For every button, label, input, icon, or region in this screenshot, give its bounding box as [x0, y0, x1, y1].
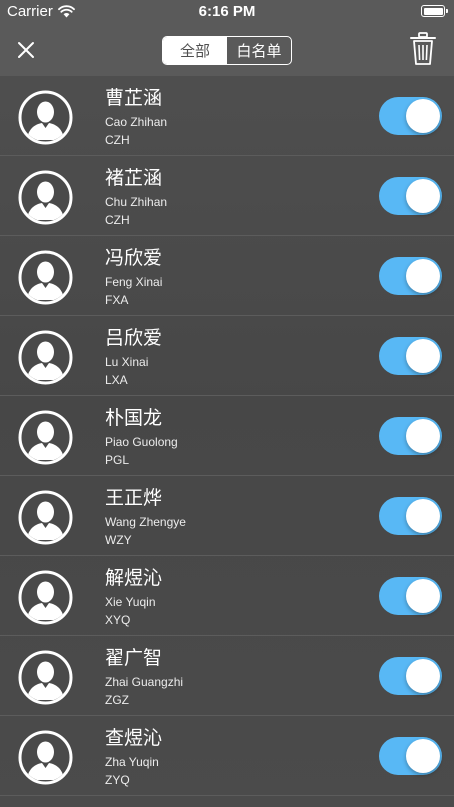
avatar-icon: [18, 490, 73, 545]
trash-icon: [410, 32, 436, 65]
contact-initials: CZH: [105, 133, 130, 147]
contact-initials: XYQ: [105, 613, 131, 627]
whitelist-toggle[interactable]: [379, 577, 442, 615]
segment-whitelist[interactable]: 白名单: [227, 37, 291, 64]
contact-name: 曹芷涵: [105, 87, 163, 109]
contact-initials: ZGZ: [105, 693, 129, 707]
contact-pinyin: Zhai Guangzhi: [105, 675, 184, 689]
toggle-knob: [406, 419, 440, 453]
whitelist-toggle[interactable]: [379, 257, 442, 295]
contact-row[interactable]: 褚芷涵 Chu Zhihan CZH: [0, 156, 454, 236]
contact-pinyin: Piao Guolong: [105, 435, 178, 449]
contact-row[interactable]: 王正烨 Wang Zhengye WZY: [0, 476, 454, 556]
contact-name: 王正烨: [105, 487, 163, 509]
avatar-icon: [18, 250, 73, 305]
avatar-icon: [18, 410, 73, 465]
contact-initials: FXA: [105, 293, 129, 307]
avatar-icon: [18, 650, 73, 705]
contact-name: 查煜沁: [105, 727, 163, 749]
contact-row[interactable]: 曹芷涵 Cao Zhihan CZH: [0, 76, 454, 156]
avatar-icon: [18, 90, 73, 145]
whitelist-toggle[interactable]: [379, 177, 442, 215]
contact-row[interactable]: 解煜沁 Xie Yuqin XYQ: [0, 556, 454, 636]
contact-initials: WZY: [105, 533, 132, 547]
whitelist-toggle[interactable]: [379, 97, 442, 135]
delete-button[interactable]: [405, 30, 441, 68]
close-button[interactable]: [8, 32, 44, 68]
contact-row[interactable]: 朴国龙 Piao Guolong PGL: [0, 396, 454, 476]
contact-pinyin: Lu Xinai: [105, 355, 149, 369]
avatar-icon: [18, 730, 73, 785]
contact-pinyin: Wang Zhengye: [105, 515, 186, 529]
contact-pinyin: Feng Xinai: [105, 275, 163, 289]
screen: Carrier 6:16 PM 全部 白名单 曹芷涵 Cao Zhihan CZ…: [0, 0, 454, 807]
toggle-knob: [406, 179, 440, 213]
contact-name: 翟广智: [105, 647, 163, 669]
contact-row[interactable]: 吕欣爱 Lu Xinai LXA: [0, 316, 454, 396]
whitelist-toggle[interactable]: [379, 737, 442, 775]
toggle-knob: [406, 259, 440, 293]
contact-initials: LXA: [105, 373, 128, 387]
contact-name: 解煜沁: [105, 567, 163, 589]
whitelist-toggle[interactable]: [379, 417, 442, 455]
nav-bar: 全部 白名单: [0, 24, 454, 76]
contact-pinyin: Zha Yuqin: [105, 755, 159, 769]
whitelist-toggle[interactable]: [379, 497, 442, 535]
contact-initials: PGL: [105, 453, 130, 467]
contact-row[interactable]: 翟广智 Zhai Guangzhi ZGZ: [0, 636, 454, 716]
segment-all[interactable]: 全部: [163, 37, 227, 64]
contact-name: 吕欣爱: [105, 327, 163, 349]
contact-name: 冯欣爱: [105, 247, 163, 269]
contact-name: 朴国龙: [105, 407, 163, 429]
contact-pinyin: Chu Zhihan: [105, 195, 168, 209]
contact-row[interactable]: 查煜沁 Zha Yuqin ZYQ: [0, 716, 454, 796]
status-bar: Carrier 6:16 PM: [0, 0, 454, 24]
contact-pinyin: Xie Yuqin: [105, 595, 156, 609]
battery-level-fill: [423, 7, 443, 15]
close-icon: [18, 42, 34, 58]
battery-icon: [421, 5, 448, 17]
toggle-knob: [406, 659, 440, 693]
contact-name: 褚芷涵: [105, 167, 163, 189]
avatar-icon: [18, 570, 73, 625]
contact-list: 曹芷涵 Cao Zhihan CZH 褚芷涵 Chu Zhihan CZH 冯欣…: [0, 76, 454, 796]
contact-row[interactable]: 冯欣爱 Feng Xinai FXA: [0, 236, 454, 316]
whitelist-toggle[interactable]: [379, 657, 442, 695]
contact-initials: CZH: [105, 213, 130, 227]
filter-segmented-control: 全部 白名单: [162, 36, 292, 65]
contact-pinyin: Cao Zhihan: [105, 115, 168, 129]
toggle-knob: [406, 499, 440, 533]
whitelist-toggle[interactable]: [379, 337, 442, 375]
toggle-knob: [406, 579, 440, 613]
toggle-knob: [406, 739, 440, 773]
status-time: 6:16 PM: [198, 3, 256, 20]
toggle-knob: [406, 339, 440, 373]
toggle-knob: [406, 99, 440, 133]
avatar-icon: [18, 330, 73, 385]
avatar-icon: [18, 170, 73, 225]
contact-initials: ZYQ: [105, 773, 130, 787]
